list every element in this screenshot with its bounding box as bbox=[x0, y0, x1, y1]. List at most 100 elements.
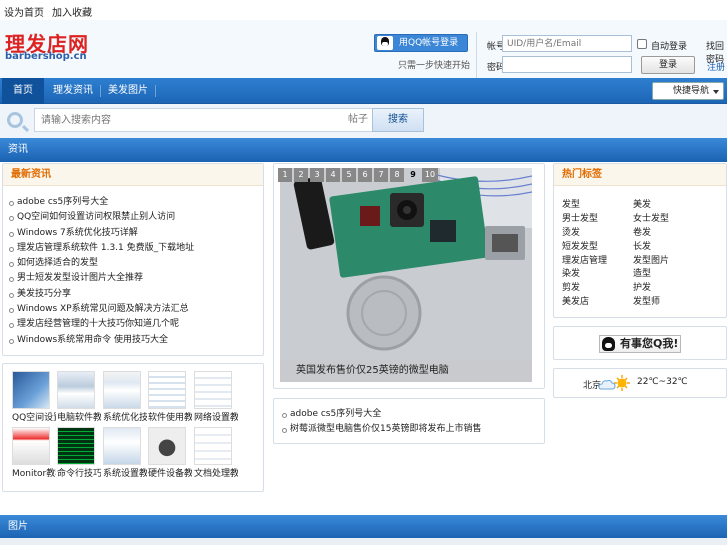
thumbnail-caption[interactable]: 硬件设备教程 bbox=[148, 466, 192, 479]
slider-page-5[interactable]: 5 bbox=[342, 168, 356, 182]
tag-link[interactable]: 染发 bbox=[562, 266, 580, 279]
thumbnail-image[interactable] bbox=[194, 427, 232, 465]
qq-contact-label: 有事您Q我! bbox=[620, 337, 679, 350]
thumbnail-caption[interactable]: 系统优化技巧 bbox=[103, 410, 147, 423]
thumbnail-caption[interactable]: Monitor教程 bbox=[12, 466, 56, 479]
tag-link[interactable]: 美发店 bbox=[562, 294, 589, 307]
news-item[interactable]: adobe cs5序列号大全 bbox=[282, 407, 481, 422]
slider-page-7[interactable]: 7 bbox=[374, 168, 388, 182]
header-divider bbox=[476, 32, 477, 80]
thumbnail-image[interactable] bbox=[103, 371, 141, 409]
news-item[interactable]: 理发店管理系统软件 1.3.1 免费版_下载地址 bbox=[9, 241, 194, 256]
tag-link[interactable]: 短发发型 bbox=[562, 239, 598, 252]
news-item[interactable]: Windows 7系统优化技巧详解 bbox=[9, 226, 194, 241]
content-strip bbox=[0, 538, 727, 545]
username-input[interactable] bbox=[502, 35, 632, 52]
section-title-news: 资讯 bbox=[0, 138, 727, 162]
slider-page-2[interactable]: 2 bbox=[294, 168, 308, 182]
tag-link[interactable]: 男士发型 bbox=[562, 211, 598, 224]
thumbnail-caption[interactable]: 文档处理教程 bbox=[194, 466, 238, 479]
slider-page-9[interactable]: 9 bbox=[406, 168, 420, 182]
auto-login-checkbox[interactable] bbox=[637, 39, 647, 49]
thumbnail-image[interactable] bbox=[103, 427, 141, 465]
news-item[interactable]: Windows系统常用命令 使用技巧大全 bbox=[9, 333, 194, 348]
search-input[interactable] bbox=[34, 108, 346, 132]
search-type-value: 帖子 bbox=[348, 114, 368, 125]
main-nav: 首页 理发资讯 美发图片 bbox=[0, 78, 727, 104]
thumbnail-caption[interactable]: 软件使用教程 bbox=[148, 410, 192, 423]
cloud-sun-icon bbox=[598, 375, 630, 391]
nav-separator bbox=[100, 85, 101, 97]
slider-page-8[interactable]: 8 bbox=[390, 168, 404, 182]
tag-link[interactable]: 造型 bbox=[633, 266, 651, 279]
top-bar: 设为首页 加入收藏 bbox=[0, 0, 727, 20]
news-item[interactable]: 树莓派微型电脑售价仅15英镑即将发布上市销售 bbox=[282, 422, 481, 437]
slider-page-4[interactable]: 4 bbox=[326, 168, 340, 182]
nav-photos[interactable]: 美发图片 bbox=[104, 78, 152, 104]
qq-login-hint: 只需一步快速开始 bbox=[398, 61, 471, 71]
auto-login-label: 自动登录 bbox=[651, 42, 688, 52]
slider-page-3[interactable]: 3 bbox=[310, 168, 324, 182]
latest-news-panel: 最新资讯 adobe cs5序列号大全 QQ空间如何设置访问权限禁止别人访问 W… bbox=[2, 163, 264, 356]
tag-link[interactable]: 发型图片 bbox=[633, 253, 669, 266]
set-homepage-link[interactable]: 设为首页 bbox=[4, 4, 44, 19]
thumbnail-caption[interactable]: 系统设置教程 bbox=[103, 466, 147, 479]
news-item[interactable]: QQ空间如何设置访问权限禁止别人访问 bbox=[9, 210, 194, 225]
password-input[interactable] bbox=[502, 56, 632, 73]
latest-news-list: adobe cs5序列号大全 QQ空间如何设置访问权限禁止别人访问 Window… bbox=[9, 195, 194, 348]
tag-link[interactable]: 护发 bbox=[633, 280, 651, 293]
hot-tags-title: 热门标签 bbox=[554, 164, 726, 186]
center-list-panel: adobe cs5序列号大全 树莓派微型电脑售价仅15英镑即将发布上市销售 bbox=[273, 398, 545, 444]
center-news-list: adobe cs5序列号大全 树莓派微型电脑售价仅15英镑即将发布上市销售 bbox=[282, 407, 481, 438]
search-icon bbox=[7, 112, 23, 128]
news-item[interactable]: 如何选择适合的发型 bbox=[9, 256, 194, 271]
news-item[interactable]: 男士短发发型设计图片大全推荐 bbox=[9, 271, 194, 286]
news-item[interactable]: Windows XP系统常见问题及解决方法汇总 bbox=[9, 302, 194, 317]
nav-home[interactable]: 首页 bbox=[2, 78, 44, 104]
slider-page-1[interactable]: 1 bbox=[278, 168, 292, 182]
qq-penguin-icon bbox=[602, 337, 615, 351]
tag-link[interactable]: 理发店管理 bbox=[562, 253, 607, 266]
thumbnail-image[interactable] bbox=[148, 427, 186, 465]
news-item[interactable]: 美发技巧分享 bbox=[9, 287, 194, 302]
tag-link[interactable]: 发型师 bbox=[633, 294, 660, 307]
tag-link[interactable]: 烫发 bbox=[562, 225, 580, 238]
tag-link[interactable]: 发型 bbox=[562, 197, 580, 210]
thumbnail-caption[interactable]: 电脑软件教程 bbox=[57, 410, 101, 423]
weather-temperature: 22℃~32℃ bbox=[637, 377, 688, 387]
nav-separator bbox=[155, 85, 156, 97]
news-item[interactable]: 理发店经营管理的十大技巧你知道几个呢 bbox=[9, 317, 194, 332]
thumbnail-image[interactable] bbox=[12, 371, 50, 409]
thumbnail-image[interactable] bbox=[12, 427, 50, 465]
qq-penguin-icon bbox=[377, 36, 393, 50]
qq-contact-button[interactable]: 有事您Q我! bbox=[599, 335, 681, 353]
thumbnail-image[interactable] bbox=[148, 371, 186, 409]
tag-link[interactable]: 女士发型 bbox=[633, 211, 669, 224]
thumbnail-caption[interactable]: 命令行技巧 bbox=[57, 466, 101, 479]
tag-link[interactable]: 长发 bbox=[633, 239, 651, 252]
thumbnail-image[interactable] bbox=[194, 371, 232, 409]
tag-link[interactable]: 美发 bbox=[633, 197, 651, 210]
latest-news-title: 最新资讯 bbox=[3, 164, 263, 186]
thumbnail-caption[interactable]: QQ空间设置 bbox=[12, 410, 56, 423]
thumbnail-image[interactable] bbox=[57, 371, 95, 409]
quick-nav-value: 快捷导航 bbox=[673, 86, 710, 96]
slider-page-6[interactable]: 6 bbox=[358, 168, 372, 182]
thumbnail-image[interactable] bbox=[57, 427, 95, 465]
slide-image[interactable] bbox=[280, 168, 532, 382]
slider-page-10[interactable]: 10 bbox=[422, 168, 438, 182]
search-button[interactable]: 搜索 bbox=[372, 108, 424, 132]
nav-news[interactable]: 理发资讯 bbox=[48, 78, 98, 104]
qq-login-label: 用QQ帐号登录 bbox=[399, 38, 459, 48]
thumbnail-caption[interactable]: 网络设置教程 bbox=[194, 410, 238, 423]
quick-nav-select[interactable]: 快捷导航 bbox=[652, 82, 724, 100]
register-link[interactable]: 注册 bbox=[707, 60, 725, 73]
search-type-select[interactable]: 帖子 ▾ bbox=[345, 108, 373, 146]
tag-link[interactable]: 剪发 bbox=[562, 280, 580, 293]
qq-login-button[interactable]: 用QQ帐号登录 bbox=[374, 34, 468, 52]
login-button[interactable]: 登录 bbox=[641, 56, 695, 74]
news-item[interactable]: adobe cs5序列号大全 bbox=[9, 195, 194, 210]
add-favorite-link[interactable]: 加入收藏 bbox=[52, 4, 92, 19]
slide-caption[interactable]: 英国发布售价仅25英镑的微型电脑 bbox=[280, 360, 532, 382]
tag-link[interactable]: 卷发 bbox=[633, 225, 651, 238]
